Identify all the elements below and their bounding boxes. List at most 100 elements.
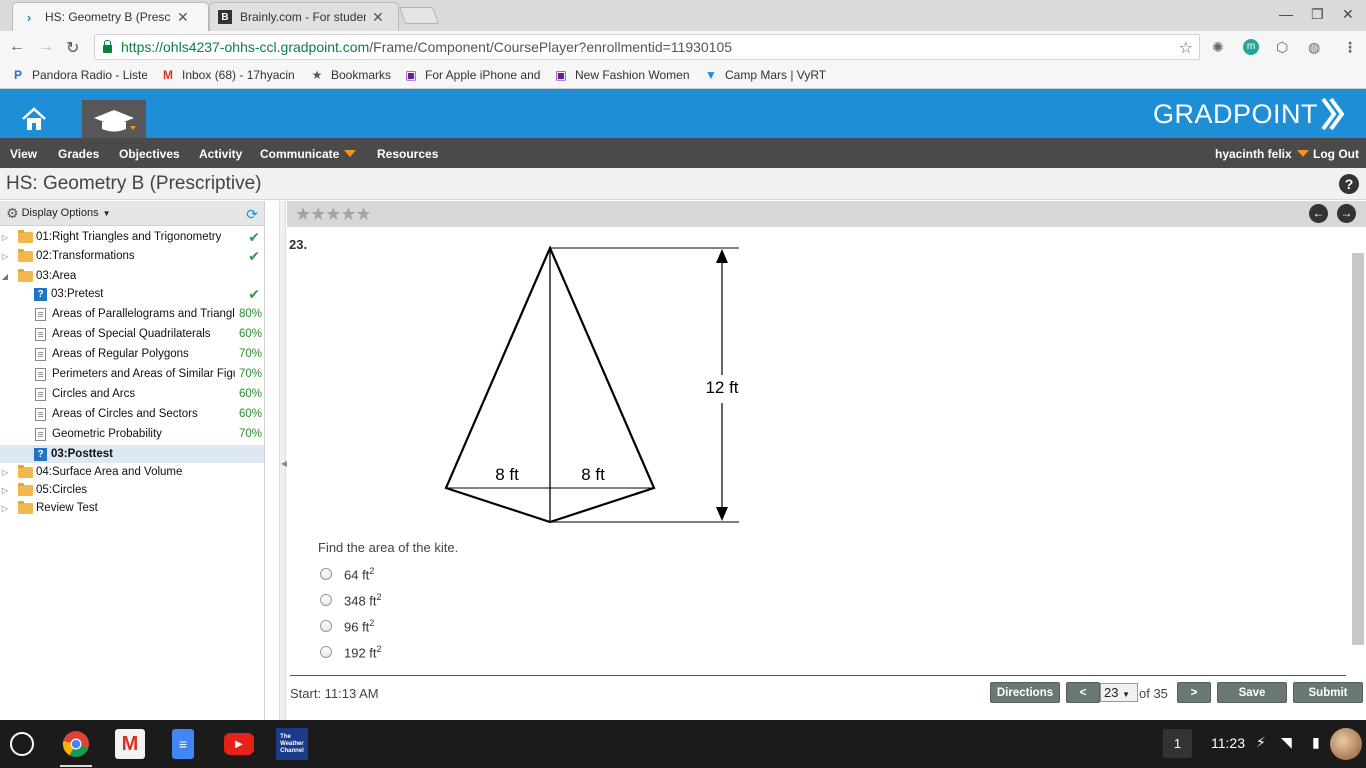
previous-arrow-icon[interactable]: ←: [1309, 204, 1328, 223]
tree-item-unit02[interactable]: ▷ 02:Transformations ✔: [0, 247, 264, 265]
menu-activity[interactable]: Activity: [199, 147, 242, 161]
chevron-down-icon[interactable]: ▼: [103, 209, 111, 218]
option-text: 64 ft2: [344, 566, 374, 582]
tab-brainly[interactable]: B Brainly.com - For studen ✕: [209, 2, 399, 31]
extension-icon[interactable]: ✺: [1212, 39, 1224, 56]
tree-item-lesson[interactable]: Geometric Probability 70%: [0, 425, 264, 443]
radio-button[interactable]: [320, 620, 332, 633]
menu-resources[interactable]: Resources: [377, 147, 438, 161]
notification-count[interactable]: 1: [1163, 729, 1192, 758]
logout-link[interactable]: Log Out: [1313, 147, 1359, 161]
address-bar[interactable]: https://ohls4237-ohhs-ccl.gradpoint.com/…: [94, 34, 1200, 60]
close-tab-icon[interactable]: ✕: [177, 9, 189, 26]
close-window-icon[interactable]: ✕: [1342, 6, 1354, 23]
radio-button[interactable]: [320, 646, 332, 659]
weather-channel-app-icon[interactable]: The Weather Channel: [276, 728, 308, 760]
tree-item-lesson[interactable]: Areas of Parallelograms and Triangles 80…: [0, 305, 264, 323]
bookmark-folder[interactable]: ★ Bookmarks: [309, 67, 391, 83]
course-menu-button[interactable]: [82, 100, 146, 138]
menu-communicate[interactable]: Communicate: [260, 147, 357, 161]
right-width-label: 8 ft: [581, 465, 605, 484]
menu-objectives[interactable]: Objectives: [119, 147, 180, 161]
youtube-app-icon[interactable]: ▶: [224, 733, 254, 755]
bookmark-star-icon[interactable]: ☆: [1179, 38, 1193, 58]
next-question-button[interactable]: >: [1177, 682, 1211, 703]
forward-icon[interactable]: →: [38, 38, 54, 56]
back-icon[interactable]: ←: [9, 38, 25, 56]
option-value: 192 ft: [344, 645, 377, 661]
tree-item-lesson[interactable]: Perimeters and Areas of Similar Figures …: [0, 365, 264, 383]
bookmark-vyrt[interactable]: ▼ Camp Mars | VyRT: [703, 67, 826, 83]
collapse-icon[interactable]: ◢: [0, 272, 10, 281]
radio-button[interactable]: [320, 568, 332, 581]
extension-cube-icon[interactable]: ⬡: [1276, 39, 1288, 56]
submit-button[interactable]: Submit: [1293, 682, 1363, 703]
notifications-off-icon[interactable]: ⚡: [1256, 734, 1266, 751]
tree-item-posttest[interactable]: ? 03:Posttest: [0, 445, 264, 463]
home-icon[interactable]: [20, 105, 48, 133]
question-page-select[interactable]: 23 ▼: [1100, 683, 1138, 702]
content-scrollbar[interactable]: [1352, 253, 1364, 645]
answer-option[interactable]: 192 ft2: [320, 644, 382, 660]
refresh-icon[interactable]: ⟳: [246, 206, 258, 223]
radio-button[interactable]: [320, 594, 332, 607]
close-tab-icon[interactable]: ✕: [372, 9, 384, 26]
next-arrow-icon[interactable]: →: [1337, 204, 1356, 223]
help-icon[interactable]: ?: [1339, 174, 1359, 194]
tree-item-lesson[interactable]: Areas of Special Quadrilaterals 60%: [0, 325, 264, 343]
chrome-app-icon[interactable]: [61, 729, 91, 759]
new-tab-button[interactable]: [398, 7, 440, 24]
system-clock[interactable]: 11:23: [1211, 735, 1245, 751]
tree-item-unit03[interactable]: ◢ 03:Area: [0, 267, 264, 285]
menu-view[interactable]: View: [10, 147, 37, 161]
tree-item-review[interactable]: ▷ Review Test: [0, 499, 264, 517]
answer-option[interactable]: 96 ft2: [320, 618, 374, 634]
menu-grades[interactable]: Grades: [58, 147, 99, 161]
gear-icon[interactable]: ⚙: [6, 205, 19, 222]
tree-item-label: Geometric Probability: [52, 428, 162, 440]
tree-item-unit05[interactable]: ▷ 05:Circles: [0, 481, 264, 499]
user-avatar[interactable]: [1330, 728, 1362, 760]
tree-item-label: 04:Surface Area and Volume: [36, 466, 183, 478]
bookmark-fashion[interactable]: ▣ New Fashion Women: [553, 67, 693, 83]
tree-item-lesson[interactable]: Circles and Arcs 60%: [0, 385, 264, 403]
chrome-menu-icon[interactable]: ⋮: [1343, 39, 1357, 56]
answer-option[interactable]: 348 ft2: [320, 592, 382, 608]
gmail-app-icon[interactable]: M: [115, 729, 145, 759]
url-host: https://ohls4237-ohhs-ccl.gradpoint.com: [121, 39, 370, 55]
save-button[interactable]: Save: [1217, 682, 1287, 703]
battery-icon[interactable]: ▮: [1312, 734, 1320, 751]
docs-app-icon[interactable]: ≡: [172, 729, 194, 759]
tree-item-unit01[interactable]: ▷ 01:Right Triangles and Trigonometry ✔: [0, 228, 264, 246]
bookmark-gmail[interactable]: M Inbox (68) - 17hyacin: [160, 67, 299, 83]
user-menu[interactable]: hyacinth felix: [1215, 147, 1309, 161]
bookmark-apple[interactable]: ▣ For Apple iPhone and: [403, 67, 541, 83]
expand-icon[interactable]: ▷: [0, 252, 10, 261]
minimize-icon[interactable]: —: [1279, 6, 1293, 22]
sidebar-resize-handle[interactable]: ◀: [279, 201, 287, 720]
tree-item-unit04[interactable]: ▷ 04:Surface Area and Volume: [0, 463, 264, 481]
wifi-icon[interactable]: ◥: [1281, 734, 1292, 751]
extension-m-icon[interactable]: m: [1243, 39, 1259, 55]
expand-icon[interactable]: ▷: [0, 233, 10, 242]
tree-item-label: 03:Pretest: [51, 288, 104, 300]
reload-icon[interactable]: ↻: [66, 38, 79, 58]
expand-icon[interactable]: ▷: [0, 504, 10, 513]
tree-item-pretest[interactable]: ? 03:Pretest ✔: [0, 285, 264, 303]
folder-icon: [18, 229, 33, 243]
tree-item-lesson[interactable]: Areas of Regular Polygons 70%: [0, 345, 264, 363]
extension-globe-icon[interactable]: ◍: [1308, 39, 1320, 56]
restore-icon[interactable]: ❐: [1311, 6, 1324, 23]
tab-gradpoint[interactable]: › HS: Geometry B (Prescrip ✕: [12, 2, 209, 31]
bookmark-pandora[interactable]: P Pandora Radio - Liste: [10, 67, 147, 83]
tree-item-label: Circles and Arcs: [52, 388, 136, 400]
display-options-button[interactable]: Display Options: [22, 207, 99, 219]
expand-icon[interactable]: ▷: [0, 486, 10, 495]
launcher-icon[interactable]: [10, 732, 34, 756]
previous-question-button[interactable]: <: [1066, 682, 1100, 703]
tree-item-lesson[interactable]: Areas of Circles and Sectors 60%: [0, 405, 264, 423]
answer-option[interactable]: 64 ft2: [320, 566, 374, 582]
directions-button[interactable]: Directions: [990, 682, 1060, 703]
dropdown-caret-icon: [344, 150, 357, 157]
expand-icon[interactable]: ▷: [0, 468, 10, 477]
